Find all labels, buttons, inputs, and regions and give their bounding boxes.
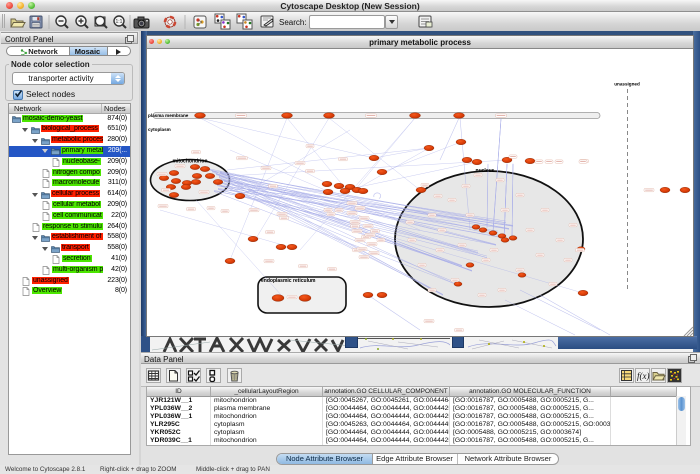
svg-text:f(x): f(x) xyxy=(637,371,650,381)
svg-text:mitochondrion: mitochondrion xyxy=(173,159,208,165)
svg-text:1:1: 1:1 xyxy=(116,19,123,25)
svg-text:endoplasmic reticulum: endoplasmic reticulum xyxy=(261,278,316,284)
svg-text:nucleus: nucleus xyxy=(476,168,495,174)
svg-text:unassigned: unassigned xyxy=(614,82,640,87)
svg-text:cytoplasm: cytoplasm xyxy=(148,127,171,132)
svg-text:plasma membrane: plasma membrane xyxy=(148,113,189,118)
